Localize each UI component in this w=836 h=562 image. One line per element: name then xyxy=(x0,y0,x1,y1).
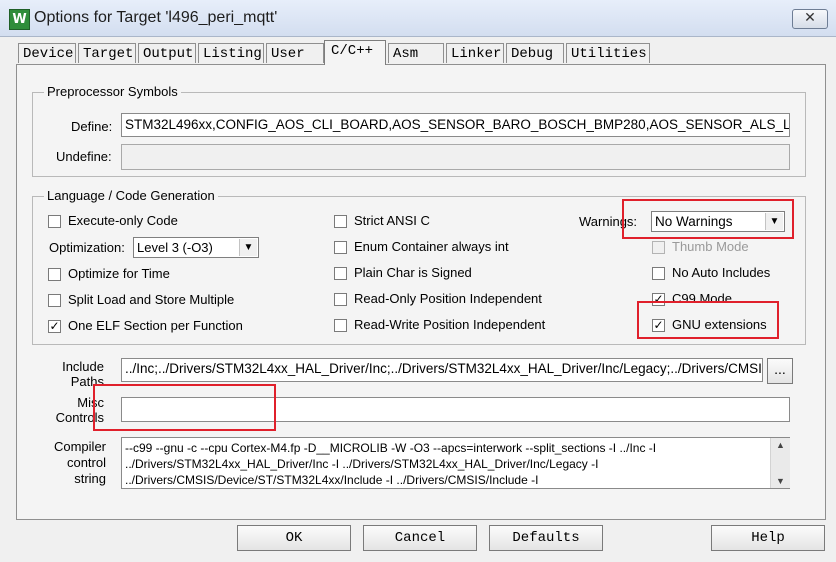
tab-target[interactable]: Target xyxy=(78,43,136,63)
optimization-label: Optimization: xyxy=(49,240,125,255)
compiler-string-box[interactable]: --c99 --gnu -c --cpu Cortex-M4.fp -D__MI… xyxy=(121,437,790,489)
tab-asm[interactable]: Asm xyxy=(388,43,444,63)
define-label: Define: xyxy=(71,119,113,134)
optimize-time-checkbox[interactable] xyxy=(48,268,61,281)
one-elf-checkbox[interactable]: ✓ xyxy=(48,320,61,333)
execute-only-checkbox[interactable] xyxy=(48,215,61,228)
tab-user[interactable]: User xyxy=(266,43,324,63)
thumb-mode-label: Thumb Mode xyxy=(672,239,749,254)
strict-ansi-label: Strict ANSI C xyxy=(354,213,430,228)
scroll-down-icon[interactable]: ▼ xyxy=(771,474,790,488)
checkmark-icon: ✓ xyxy=(49,319,60,333)
window-title: Options for Target 'l496_peri_mqtt' xyxy=(34,9,278,26)
enum-container-checkbox[interactable] xyxy=(334,241,347,254)
tab-linker[interactable]: Linker xyxy=(446,43,504,63)
define-field[interactable]: STM32L496xx,CONFIG_AOS_CLI_BOARD,AOS_SEN… xyxy=(121,113,790,137)
plain-char-checkbox[interactable] xyxy=(334,267,347,280)
compiler-string-label: Compiler control string xyxy=(53,439,106,486)
undefine-label: Undefine: xyxy=(56,149,112,164)
app-icon: W xyxy=(9,9,30,30)
tab-device[interactable]: Device xyxy=(18,43,76,63)
rwpi-checkbox[interactable] xyxy=(334,319,347,332)
defaults-button[interactable]: Defaults xyxy=(489,525,603,551)
split-load-label: Split Load and Store Multiple xyxy=(68,292,235,307)
rwpi-label: Read-Write Position Independent xyxy=(354,317,546,332)
tab-output[interactable]: Output xyxy=(138,43,196,63)
no-auto-includes-label: No Auto Includes xyxy=(672,265,771,280)
split-load-checkbox[interactable] xyxy=(48,294,61,307)
compiler-string-line: --c99 --gnu -c --cpu Cortex-M4.fp -D__MI… xyxy=(125,441,657,455)
close-icon: ✕ xyxy=(804,10,816,26)
compiler-string-line: ../Drivers/CMSIS/Device/ST/STM32L4xx/Inc… xyxy=(125,473,539,487)
chevron-down-icon: ▼ xyxy=(239,239,257,256)
one-elf-label: One ELF Section per Function xyxy=(68,318,243,333)
undefine-field[interactable] xyxy=(121,144,790,170)
strict-ansi-checkbox[interactable] xyxy=(334,215,347,228)
optimization-select[interactable]: Level 3 (-O3) ▼ xyxy=(133,237,259,258)
close-button[interactable]: ✕ xyxy=(792,9,828,29)
scroll-up-icon[interactable]: ▲ xyxy=(771,438,790,452)
highlight-misc-controls xyxy=(93,384,276,431)
tab-c-cpp[interactable]: C/C++ xyxy=(324,40,386,65)
include-paths-browse-button[interactable]: ... xyxy=(767,358,793,384)
tab-utilities[interactable]: Utilities xyxy=(566,43,650,63)
ropi-checkbox[interactable] xyxy=(334,293,347,306)
thumb-mode-checkbox[interactable] xyxy=(652,241,665,254)
plain-char-label: Plain Char is Signed xyxy=(354,265,472,280)
tab-debug[interactable]: Debug xyxy=(506,43,564,63)
execute-only-label: Execute-only Code xyxy=(68,213,178,228)
highlight-warnings xyxy=(622,199,794,239)
no-auto-includes-checkbox[interactable] xyxy=(652,267,665,280)
cancel-button[interactable]: Cancel xyxy=(363,525,477,551)
optimize-time-label: Optimize for Time xyxy=(68,266,170,281)
ok-button[interactable]: OK xyxy=(237,525,351,551)
help-button[interactable]: Help xyxy=(711,525,825,551)
ropi-label: Read-Only Position Independent xyxy=(354,291,542,306)
tab-listing[interactable]: Listing xyxy=(198,43,264,63)
enum-container-label: Enum Container always int xyxy=(354,239,509,254)
compiler-string-line: ../Drivers/STM32L4xx_HAL_Driver/Inc -I .… xyxy=(125,457,599,471)
optimization-value: Level 3 (-O3) xyxy=(137,240,213,255)
language-group-title: Language / Code Generation xyxy=(44,188,218,203)
highlight-gnu-extensions xyxy=(637,301,779,339)
preprocessor-group-title: Preprocessor Symbols xyxy=(44,84,181,99)
include-paths-field[interactable]: ../Inc;../Drivers/STM32L4xx_HAL_Driver/I… xyxy=(121,358,763,382)
compiler-string-scrollbar[interactable]: ▲ ▼ xyxy=(770,438,790,488)
